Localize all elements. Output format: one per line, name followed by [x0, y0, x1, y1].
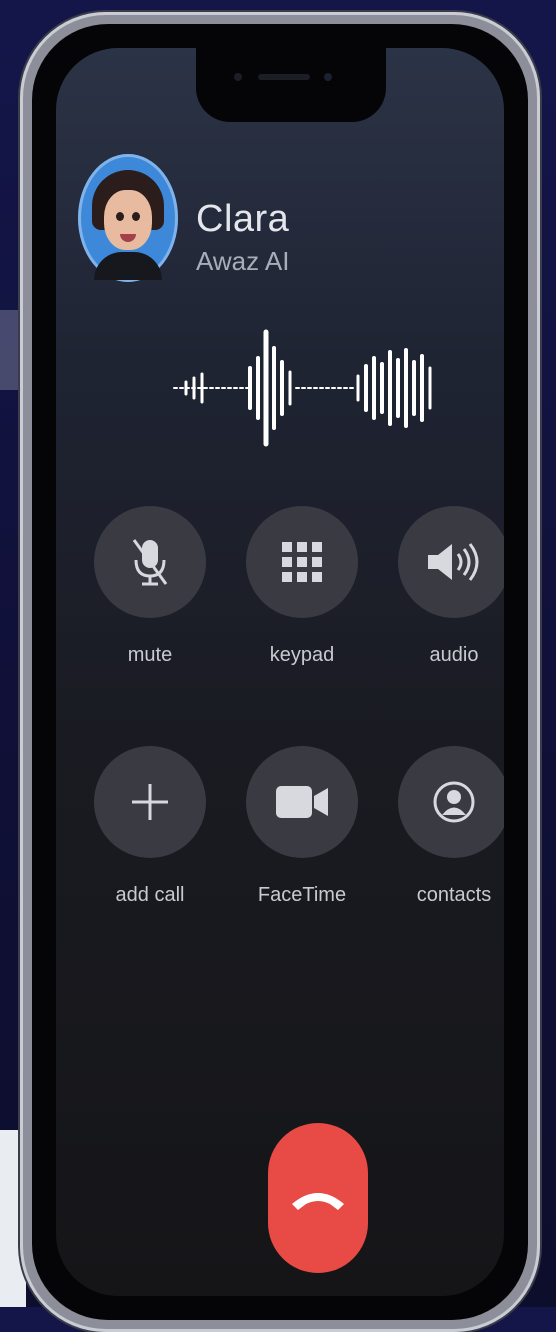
- notch: [196, 48, 386, 122]
- add-call-button[interactable]: add call: [94, 746, 206, 907]
- contact-icon: [433, 781, 475, 823]
- add-call-button-circle[interactable]: [94, 746, 206, 858]
- sensor-dot: [234, 73, 242, 81]
- audio-waveform: [173, 329, 432, 447]
- caller-subtitle: Awaz AI: [196, 246, 290, 276]
- keypad-button[interactable]: keypad: [246, 506, 358, 667]
- facetime-button-circle[interactable]: [246, 746, 358, 858]
- caller-avatar-icon: [78, 154, 178, 282]
- mute-button[interactable]: mute: [94, 506, 206, 667]
- facetime-label: FaceTime: [257, 884, 347, 906]
- facetime-button[interactable]: FaceTime: [246, 746, 358, 907]
- audio-label: audio: [429, 644, 479, 666]
- earpiece-speaker: [258, 74, 310, 80]
- audio-button-circle[interactable]: [398, 506, 504, 618]
- caller-name: Clara: [196, 198, 290, 240]
- phone-frame: Clara Awaz AI mute keypad audio add call…: [20, 12, 540, 1332]
- keypad-button-circle[interactable]: [246, 506, 358, 618]
- contacts-button[interactable]: contacts: [398, 746, 504, 907]
- contacts-label: contacts: [416, 884, 492, 906]
- phone-bezel: Clara Awaz AI mute keypad audio add call…: [32, 24, 528, 1320]
- end-call-button[interactable]: [268, 1123, 368, 1273]
- hang-up-icon: [292, 1193, 344, 1210]
- call-screen: Clara Awaz AI mute keypad audio add call…: [56, 48, 504, 1296]
- mic-muted-icon: [132, 539, 168, 586]
- keypad-label: keypad: [269, 644, 335, 666]
- add-call-label: add call: [115, 884, 185, 906]
- plus-icon: [132, 784, 168, 820]
- mute-button-circle[interactable]: [94, 506, 206, 618]
- keypad-icon: [282, 542, 322, 582]
- audio-button[interactable]: audio: [398, 506, 504, 667]
- video-camera-icon: [276, 786, 328, 818]
- contacts-button-circle[interactable]: [398, 746, 504, 858]
- mute-label: mute: [127, 644, 173, 666]
- front-camera: [324, 73, 332, 81]
- speaker-icon: [428, 543, 479, 581]
